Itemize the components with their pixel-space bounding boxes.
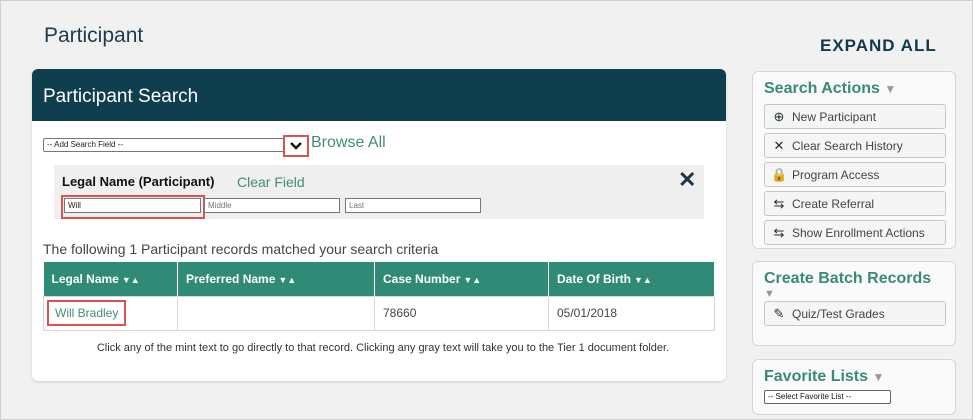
column-header-legal-name[interactable]: Legal Name ▼▲ bbox=[43, 262, 178, 296]
close-icon[interactable]: ✕ bbox=[678, 167, 696, 193]
panel-title: Participant Search bbox=[32, 69, 726, 121]
participant-search-panel: Participant Search -- Add Search Field -… bbox=[32, 69, 726, 381]
clear-field-link[interactable]: Clear Field bbox=[237, 174, 305, 190]
results-table: Legal Name ▼▲ Preferred Name ▼▲ Case Numbe… bbox=[43, 262, 715, 331]
search-field-box: Legal Name (Participant) Clear Field ✕ bbox=[54, 165, 704, 219]
results-footnote: Click any of the mint text to go directl… bbox=[96, 342, 670, 354]
pencil-icon: ✎ bbox=[773, 305, 785, 321]
sort-icon: ▼▲ bbox=[463, 274, 482, 285]
date-of-birth-cell[interactable]: 05/01/2018 bbox=[548, 295, 715, 331]
clear-search-history-button[interactable]: ✕ Clear Search History bbox=[764, 133, 946, 158]
add-search-field-select[interactable]: -- Add Search Field -- bbox=[43, 138, 308, 152]
lock-icon: 🔒 bbox=[771, 166, 788, 182]
page-title: Participant bbox=[44, 24, 144, 47]
close-icon: ✕ bbox=[773, 137, 785, 153]
quiz-test-grades-button[interactable]: ✎ Quiz/Test Grades bbox=[764, 301, 946, 326]
chevron-down-icon bbox=[290, 142, 302, 150]
show-enrollment-actions-button[interactable]: ⇆ Show Enrollment Actions bbox=[764, 220, 946, 245]
search-actions-card: Search Actions ▼ ⊕ New Participant ✕ Clear… bbox=[752, 71, 956, 249]
case-number-cell[interactable]: 78660 bbox=[374, 295, 549, 331]
dropdown-toggle-button[interactable] bbox=[283, 135, 309, 157]
search-actions-title[interactable]: Search Actions ▼ bbox=[753, 72, 955, 98]
results-summary: The following 1 Participant records matc… bbox=[43, 241, 439, 257]
swap-icon: ⇆ bbox=[773, 195, 785, 211]
caret-down-icon: ▼ bbox=[872, 370, 885, 384]
expand-all-button[interactable]: EXPAND ALL bbox=[820, 36, 937, 56]
column-header-preferred-name[interactable]: Preferred Name ▼▲ bbox=[177, 262, 375, 296]
column-header-case-number[interactable]: Case Number ▼▲ bbox=[374, 262, 549, 296]
favorite-lists-title[interactable]: Favorite Lists ▼ bbox=[753, 360, 955, 386]
swap-icon: ⇆ bbox=[773, 224, 785, 240]
caret-down-icon: ▼ bbox=[764, 288, 775, 300]
middle-name-input[interactable] bbox=[204, 198, 340, 213]
program-access-button[interactable]: 🔒 Program Access bbox=[764, 162, 946, 187]
preferred-name-cell[interactable] bbox=[177, 295, 375, 331]
plus-circle-icon: ⊕ bbox=[773, 108, 785, 124]
browse-all-link[interactable]: Browse All bbox=[311, 134, 386, 152]
sort-icon: ▼▲ bbox=[121, 274, 140, 285]
last-name-input[interactable] bbox=[345, 198, 481, 213]
batch-records-title[interactable]: Create Batch Records bbox=[753, 262, 955, 288]
favorite-lists-card: Favorite Lists ▼ -- Select Favorite List… bbox=[752, 359, 956, 415]
participant-link[interactable]: Will Bradley bbox=[47, 300, 127, 326]
table-row: Will Bradley 78660 05/01/2018 bbox=[43, 295, 715, 331]
column-header-date-of-birth[interactable]: Date Of Birth ▼▲ bbox=[548, 262, 715, 296]
legal-name-label: Legal Name (Participant) bbox=[62, 174, 215, 189]
caret-down-icon: ▼ bbox=[884, 82, 897, 96]
first-name-input[interactable] bbox=[64, 198, 201, 213]
new-participant-button[interactable]: ⊕ New Participant bbox=[764, 104, 946, 129]
favorite-list-select[interactable]: -- Select Favorite List -- bbox=[764, 390, 891, 404]
create-referral-button[interactable]: ⇆ Create Referral bbox=[764, 191, 946, 216]
legal-name-cell: Will Bradley bbox=[43, 295, 178, 331]
sort-icon: ▼▲ bbox=[634, 274, 652, 285]
sort-icon: ▼▲ bbox=[278, 274, 297, 285]
batch-records-card: Create Batch Records ▼ ✎ Quiz/Test Grades bbox=[752, 261, 956, 346]
